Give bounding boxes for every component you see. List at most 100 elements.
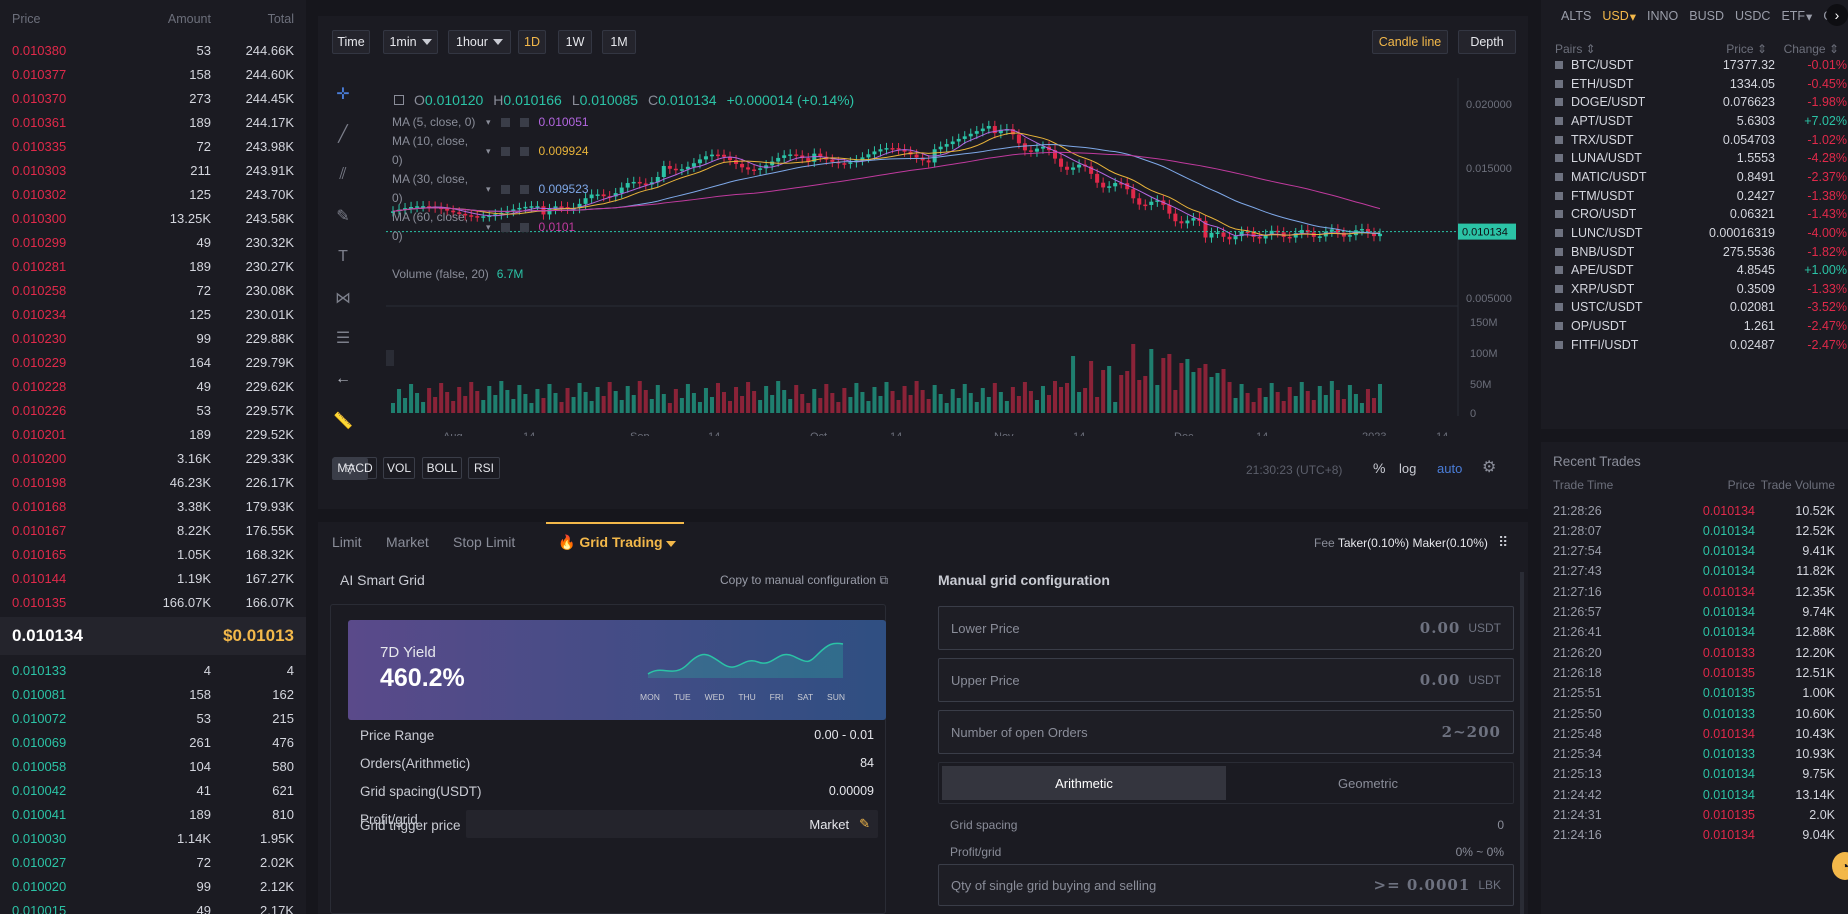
trigger-price-field[interactable]: Market ✎ bbox=[466, 810, 878, 838]
volume-bar bbox=[914, 381, 919, 413]
orderbook-row[interactable]: 0.010377 158 244.60K bbox=[0, 62, 306, 86]
orderbook-row[interactable]: 0.010229 164 229.79K bbox=[0, 350, 306, 374]
volume-bar bbox=[661, 394, 666, 413]
orderbook-row[interactable]: 0.010299 49 230.32K bbox=[0, 230, 306, 254]
market-tab[interactable]: USDC bbox=[1735, 9, 1770, 24]
chevron-down-icon[interactable]: ▾ bbox=[486, 180, 491, 199]
orderbook-row[interactable]: 0.010234 125 230.01K bbox=[0, 302, 306, 326]
favorite-icon[interactable] bbox=[1555, 172, 1563, 181]
gear-icon[interactable]: ⚙ bbox=[1482, 457, 1496, 477]
orderbook-row[interactable]: 0.010072 53 215 bbox=[0, 706, 306, 730]
orderbook-row[interactable]: 0.010020 99 2.12K bbox=[0, 874, 306, 898]
orderbook-row[interactable]: 0.010380 53 244.66K bbox=[0, 38, 306, 62]
open-orders-input[interactable]: Number of open Orders 2~200 bbox=[938, 710, 1514, 754]
edit-icon[interactable]: ✎ bbox=[859, 816, 870, 832]
orderbook-row[interactable]: 0.010069 261 476 bbox=[0, 730, 306, 754]
chevron-down-icon[interactable]: ▾ bbox=[486, 218, 491, 237]
chevron-down-icon[interactable]: ▾ bbox=[486, 113, 491, 132]
orderbook-row[interactable]: 0.010015 49 2.17K bbox=[0, 898, 306, 914]
market-tab[interactable]: ETF bbox=[1781, 9, 1805, 24]
orderbook-row[interactable]: 0.010230 99 229.88K bbox=[0, 326, 306, 350]
percent-toggle[interactable]: % bbox=[1373, 460, 1385, 476]
orderbook-row[interactable]: 0.010201 189 229.52K bbox=[0, 422, 306, 446]
settings-icon[interactable] bbox=[500, 184, 510, 194]
orderbook-row[interactable]: 0.010198 46.23K 226.17K bbox=[0, 470, 306, 494]
pair-row[interactable]: FITFI/USDT 0.02487 -2.47% bbox=[1541, 334, 1848, 356]
orderbook-row[interactable]: 0.010370 273 244.45K bbox=[0, 86, 306, 110]
upper-price-input[interactable]: Upper Price 0.00 USDT bbox=[938, 658, 1514, 702]
orderbook-row[interactable]: 0.010258 72 230.08K bbox=[0, 278, 306, 302]
orderbook-row[interactable]: 0.010042 41 621 bbox=[0, 778, 306, 802]
arithmetic-option[interactable]: Arithmetic bbox=[942, 766, 1226, 800]
lower-price-input[interactable]: Lower Price 0.00 USDT bbox=[938, 606, 1514, 650]
orderbook-row[interactable]: 0.010302 125 243.70K bbox=[0, 182, 306, 206]
orderbook-row[interactable]: 0.010165 1.05K 168.32K bbox=[0, 542, 306, 566]
favorite-icon[interactable] bbox=[1555, 322, 1563, 331]
market-tab[interactable]: INNO bbox=[1647, 9, 1678, 24]
copy-config-link[interactable]: Copy to manual configuration ⧉ bbox=[720, 573, 888, 588]
orderbook-row[interactable]: 0.010303 211 243.91K bbox=[0, 158, 306, 182]
favorite-icon[interactable] bbox=[1555, 61, 1563, 69]
orderbook-row[interactable]: 0.010144 1.19K 167.27K bbox=[0, 566, 306, 590]
orderbook-row[interactable]: 0.010133 4 4 bbox=[0, 658, 306, 682]
tab-limit[interactable]: Limit bbox=[332, 534, 362, 550]
settings-icon[interactable] bbox=[500, 222, 510, 232]
settings-icon[interactable] bbox=[500, 146, 510, 156]
favorite-icon[interactable] bbox=[1555, 340, 1563, 349]
log-toggle[interactable]: log bbox=[1399, 461, 1416, 476]
volume-bar bbox=[427, 388, 432, 413]
orderbook-row[interactable]: 0.010168 3.38K 179.93K bbox=[0, 494, 306, 518]
geometric-option[interactable]: Geometric bbox=[1226, 766, 1510, 800]
favorite-icon[interactable] bbox=[1555, 154, 1563, 163]
orderbook-row[interactable]: 0.010300 13.25K 243.58K bbox=[0, 206, 306, 230]
orderbook-row[interactable]: 0.010041 189 810 bbox=[0, 802, 306, 826]
favorite-icon[interactable] bbox=[1555, 284, 1563, 293]
grid-menu-icon[interactable]: ⠿ bbox=[1498, 534, 1508, 551]
favorite-icon[interactable] bbox=[1555, 191, 1563, 200]
scroll-left-button[interactable] bbox=[386, 350, 394, 366]
close-icon[interactable] bbox=[519, 222, 529, 232]
orderbook-row[interactable]: 0.010335 72 243.98K bbox=[0, 134, 306, 158]
favorite-icon[interactable] bbox=[1555, 266, 1563, 275]
orderbook-row[interactable]: 0.010030 1.14K 1.95K bbox=[0, 826, 306, 850]
market-tab[interactable]: BUSD bbox=[1689, 9, 1724, 24]
yield-value: 460.2% bbox=[380, 664, 465, 692]
favorite-icon[interactable] bbox=[1555, 228, 1563, 237]
favorite-icon[interactable] bbox=[1555, 303, 1563, 312]
orderbook-row[interactable]: 0.010228 49 229.62K bbox=[0, 374, 306, 398]
macd-button[interactable]: MACD bbox=[333, 457, 377, 479]
favorite-icon[interactable] bbox=[1555, 116, 1563, 125]
rsi-button[interactable]: RSI bbox=[468, 457, 500, 479]
orderbook-row[interactable]: 0.010281 189 230.27K bbox=[0, 254, 306, 278]
tab-stop-limit[interactable]: Stop Limit bbox=[453, 534, 515, 550]
favorite-icon[interactable] bbox=[1555, 247, 1563, 256]
orderbook-row[interactable]: 0.010027 72 2.02K bbox=[0, 850, 306, 874]
close-icon[interactable] bbox=[519, 184, 529, 194]
favorite-icon[interactable] bbox=[1555, 98, 1563, 107]
market-tab[interactable]: USD bbox=[1602, 9, 1628, 24]
favorite-icon[interactable] bbox=[1555, 210, 1563, 219]
settings-icon[interactable] bbox=[500, 118, 510, 127]
orderbook-row[interactable]: 0.010226 53 229.57K bbox=[0, 398, 306, 422]
tab-market[interactable]: Market bbox=[386, 534, 429, 550]
orderbook-row[interactable]: 0.010081 158 162 bbox=[0, 682, 306, 706]
close-icon[interactable] bbox=[519, 118, 529, 127]
close-icon[interactable] bbox=[519, 146, 529, 156]
orderbook-row[interactable]: 0.010058 104 580 bbox=[0, 754, 306, 778]
scrollbar[interactable] bbox=[1520, 572, 1524, 914]
boll-button[interactable]: BOLL bbox=[422, 457, 462, 479]
favorite-icon[interactable] bbox=[1555, 79, 1563, 88]
orderbook-row[interactable]: 0.010200 3.16K 229.33K bbox=[0, 446, 306, 470]
auto-toggle[interactable]: auto bbox=[1437, 461, 1462, 476]
orderbook-row[interactable]: 0.010167 8.22K 176.55K bbox=[0, 518, 306, 542]
collapse-icon[interactable] bbox=[394, 95, 404, 105]
orderbook-row[interactable]: 0.010135 166.07K 166.07K bbox=[0, 590, 306, 614]
qty-input[interactable]: Qty of single grid buying and selling >= … bbox=[938, 864, 1514, 906]
favorite-icon[interactable] bbox=[1555, 135, 1563, 144]
market-tab[interactable]: ALTS bbox=[1561, 9, 1591, 24]
chevron-right-icon[interactable]: › bbox=[1826, 4, 1848, 26]
vol-button[interactable]: VOL bbox=[383, 457, 415, 479]
tab-grid-trading[interactable]: 🔥 Grid Trading bbox=[558, 534, 677, 551]
orderbook-row[interactable]: 0.010361 189 244.17K bbox=[0, 110, 306, 134]
chevron-down-icon[interactable]: ▾ bbox=[486, 142, 491, 161]
